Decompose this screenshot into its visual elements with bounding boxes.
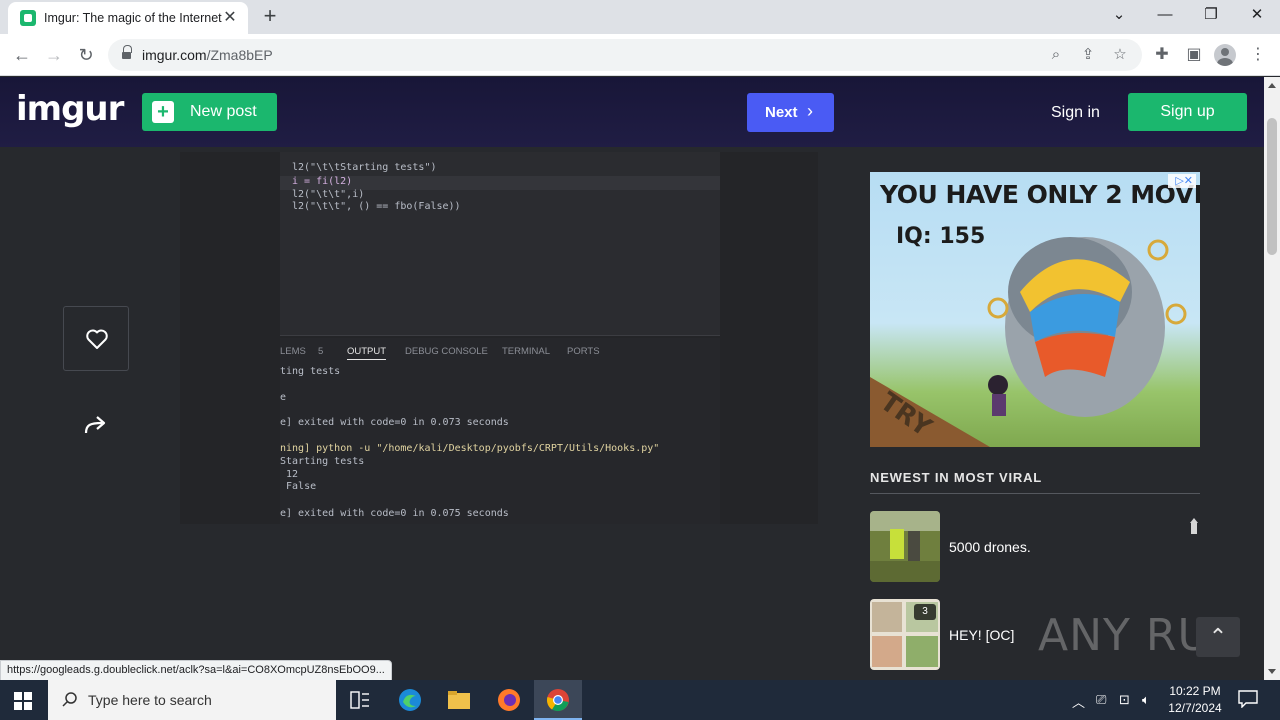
output-line: e] exited with code=0 in 0.075 seconds bbox=[280, 508, 509, 519]
imgur-favicon-icon bbox=[20, 10, 36, 26]
code-line: l2("\t\t",i) bbox=[292, 189, 365, 200]
code-line: i = fi(l2) bbox=[292, 176, 353, 187]
imgur-header: imgur + New post Next › Sign in Sign up bbox=[0, 77, 1264, 147]
output-line: e bbox=[280, 392, 287, 403]
output-line: Starting tests bbox=[280, 456, 365, 467]
scroll-down-icon[interactable] bbox=[1268, 669, 1276, 674]
bookmark-star-icon[interactable]: ☆ bbox=[1110, 45, 1130, 65]
scrollbar-thumb[interactable] bbox=[1267, 118, 1277, 255]
windows-start-icon[interactable] bbox=[14, 692, 32, 710]
output-line: ning] python -u "/home/kali/Desktop/pyob… bbox=[280, 443, 660, 454]
reload-icon[interactable]: ↻ bbox=[74, 43, 98, 67]
code-line: l2("\t\t", () == fbo(False)) bbox=[292, 201, 461, 212]
panel-tab-output: OUTPUT bbox=[347, 346, 387, 360]
post-title: 5000 drones. bbox=[949, 539, 1031, 555]
terminal-panel-screenshot: LEMS 5 OUTPUT DEBUG CONSOLE TERMINAL POR… bbox=[280, 338, 720, 524]
share-icon[interactable]: ⇪ bbox=[1078, 45, 1098, 65]
panel-tab-count: 5 bbox=[318, 346, 324, 357]
url-host: imgur.com bbox=[142, 47, 207, 63]
task-view-icon[interactable] bbox=[336, 680, 384, 720]
network-icon[interactable]: ⊡ bbox=[1119, 692, 1130, 708]
share-arrow-icon bbox=[84, 416, 106, 434]
edge-browser-icon[interactable] bbox=[386, 680, 434, 720]
tab-search-chevron-icon[interactable]: ⌄ bbox=[1096, 0, 1142, 30]
menu-kebab-icon[interactable]: ⋮ bbox=[1247, 44, 1269, 66]
side-panel-icon[interactable]: ▣ bbox=[1183, 44, 1205, 66]
chrome-icon[interactable] bbox=[534, 680, 582, 720]
code-editor-screenshot: l2("\t\tStarting tests") i = fi(l2) l2("… bbox=[280, 152, 720, 336]
share-button[interactable] bbox=[80, 411, 112, 439]
ad-close-icon[interactable]: ▷✕ bbox=[1168, 174, 1196, 188]
imgur-page: imgur + New post Next › Sign in Sign up … bbox=[0, 77, 1264, 680]
panel-tab: TERMINAL bbox=[502, 346, 551, 357]
taskbar-search-box[interactable]: Type here to search bbox=[48, 680, 336, 720]
new-post-label: New post bbox=[190, 103, 257, 120]
firefox-icon[interactable] bbox=[485, 680, 533, 720]
post-image[interactable]: l2("\t\tStarting tests") i = fi(l2) l2("… bbox=[180, 152, 818, 524]
notifications-icon[interactable] bbox=[1238, 690, 1258, 709]
sign-up-button[interactable]: Sign up bbox=[1128, 93, 1247, 131]
clock-date: 12/7/2024 bbox=[1168, 701, 1222, 715]
ad-headline: YOU HAVE ONLY 2 MOVES bbox=[880, 180, 1200, 209]
sign-in-link[interactable]: Sign in bbox=[1051, 104, 1100, 122]
post-thumbnail: 3 bbox=[870, 599, 940, 670]
chevron-right-icon: › bbox=[807, 101, 813, 121]
search-placeholder: Type here to search bbox=[88, 692, 212, 708]
output-line: False bbox=[280, 481, 317, 492]
browser-tab[interactable]: Imgur: The magic of the Internet ✕ bbox=[8, 2, 248, 34]
browser-tab-strip: Imgur: The magic of the Internet ✕ + ⌄ —… bbox=[0, 0, 1280, 34]
zoom-icon[interactable]: ⌕ bbox=[1046, 45, 1066, 65]
tab-title: Imgur: The magic of the Internet bbox=[44, 11, 222, 25]
profile-avatar-icon[interactable] bbox=[1214, 44, 1236, 66]
search-icon bbox=[62, 692, 77, 707]
image-count-badge: 3 bbox=[914, 604, 936, 620]
output-line: ting tests bbox=[280, 366, 341, 377]
ad-iq-text: IQ: 155 bbox=[896, 224, 986, 249]
heart-icon bbox=[86, 329, 108, 349]
pin-icon[interactable] bbox=[1189, 518, 1199, 534]
forward-arrow-icon[interactable]: → bbox=[42, 43, 66, 67]
close-tab-icon[interactable]: ✕ bbox=[220, 8, 240, 28]
new-tab-button[interactable]: + bbox=[258, 5, 282, 29]
new-post-button[interactable]: + New post bbox=[142, 93, 277, 131]
url-path: /Zma8bEP bbox=[206, 47, 273, 63]
next-label: Next bbox=[765, 104, 798, 121]
viral-post-item[interactable]: 5000 drones. bbox=[870, 511, 1200, 583]
next-post-button[interactable]: Next › bbox=[747, 93, 834, 132]
output-line: 12 bbox=[280, 469, 299, 480]
taskbar-clock[interactable]: 10:22 PM 12/7/2024 bbox=[1164, 683, 1226, 717]
browser-toolbar: ← → ↻ imgur.com/Zma8bEP ⌕ ⇪ ☆ ✚ ▣ ⋮ bbox=[0, 34, 1280, 76]
address-bar[interactable]: imgur.com/Zma8bEP ⌕ ⇪ ☆ bbox=[108, 39, 1142, 71]
section-title: NEWEST IN MOST VIRAL bbox=[870, 470, 1042, 485]
plus-icon: + bbox=[152, 101, 174, 123]
post-thumbnail bbox=[870, 511, 940, 582]
scroll-up-icon[interactable] bbox=[1268, 83, 1276, 88]
close-window-button[interactable]: ✕ bbox=[1234, 0, 1280, 30]
code-line: l2("\t\tStarting tests") bbox=[292, 162, 437, 173]
output-line: e] exited with code=0 in 0.073 seconds bbox=[280, 417, 509, 428]
minimize-button[interactable]: — bbox=[1142, 0, 1188, 30]
advertisement-banner[interactable]: YOU HAVE ONLY 2 MOVES IQ: 155 TRY ▷✕ bbox=[870, 172, 1200, 447]
like-button[interactable] bbox=[63, 306, 129, 371]
clock-time: 10:22 PM bbox=[1169, 684, 1221, 698]
link-status-bar: https://googleads.g.doubleclick.net/aclk… bbox=[0, 660, 392, 681]
back-to-top-button[interactable]: ⌃ bbox=[1196, 617, 1240, 657]
page-scrollbar[interactable] bbox=[1264, 77, 1280, 680]
extensions-puzzle-icon[interactable]: ✚ bbox=[1151, 44, 1173, 66]
panel-tab: LEMS bbox=[280, 346, 306, 357]
back-arrow-icon[interactable]: ← bbox=[10, 43, 34, 67]
section-divider bbox=[870, 493, 1200, 494]
imgur-logo[interactable]: imgur bbox=[16, 89, 124, 129]
post-title: HEY! [OC] bbox=[949, 627, 1015, 643]
show-hidden-icons-chevron-icon[interactable]: ︿ bbox=[1072, 692, 1085, 711]
panel-tab: DEBUG CONSOLE bbox=[405, 346, 488, 357]
restore-button[interactable]: ❐ bbox=[1188, 0, 1234, 30]
file-explorer-icon[interactable] bbox=[435, 680, 483, 720]
windows-taskbar: Type here to search ︿ ⎚ ⊡ 🔈︎ 10:22 PM 12… bbox=[0, 680, 1280, 720]
device-icon[interactable]: ⎚ bbox=[1096, 692, 1106, 708]
volume-icon[interactable]: 🔈︎ bbox=[1142, 692, 1150, 708]
url-text[interactable]: imgur.com/Zma8bEP bbox=[142, 47, 273, 63]
panel-tab: PORTS bbox=[567, 346, 600, 357]
lock-icon[interactable] bbox=[122, 45, 132, 60]
